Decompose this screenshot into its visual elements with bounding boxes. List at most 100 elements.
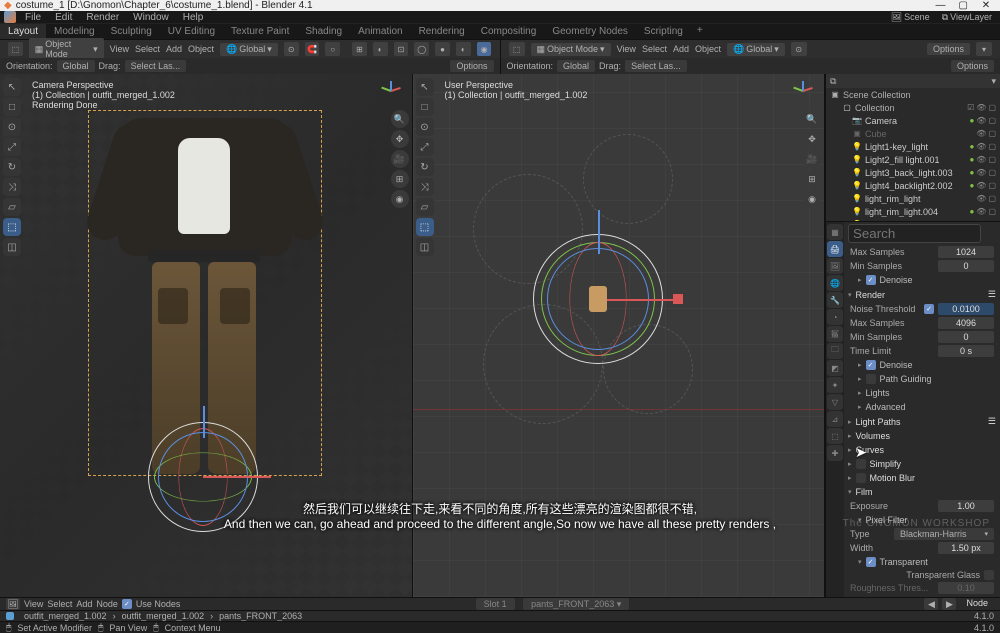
disable-icon[interactable]: ▢ (988, 194, 996, 203)
tool-button[interactable]: ⬚ (3, 218, 21, 236)
max-samples-value[interactable]: 1024 (938, 246, 994, 258)
tab-scripting[interactable]: Scripting (636, 24, 691, 39)
options-btn-r[interactable]: Options (927, 43, 970, 55)
light-paths-panel[interactable]: Light Paths (856, 417, 901, 427)
checkbox-icon[interactable]: ☑ (967, 103, 974, 112)
close-button[interactable]: ✕ (976, 0, 996, 11)
properties-tab[interactable]: 🖨 (827, 241, 843, 257)
eye-icon[interactable]: 👁 (976, 116, 986, 125)
eye-icon[interactable]: 👁 (976, 142, 986, 151)
mode-selector-r[interactable]: ▦Object Mode▾ (531, 43, 611, 56)
nav-button[interactable]: ◉ (391, 190, 409, 208)
filter-icon[interactable]: ▾ (991, 76, 996, 87)
tool-button[interactable]: ◫ (416, 238, 434, 256)
motion-blur-checkbox[interactable] (856, 473, 866, 483)
pivot-button-r[interactable]: ⊙ (791, 42, 807, 56)
properties-tab[interactable]: ◔ (827, 309, 843, 325)
tool-button[interactable]: ◫ (3, 238, 21, 256)
orientation-selector-r[interactable]: 🌐Global▾ (727, 43, 785, 56)
tl-add[interactable]: Add (76, 599, 92, 609)
nav-button[interactable]: 🔍 (803, 110, 821, 128)
eye-icon[interactable]: 👁 (976, 155, 986, 164)
disable-icon[interactable]: ▢ (988, 103, 996, 112)
denoise2-checkbox[interactable]: ✓ (866, 360, 876, 370)
tab-compositing[interactable]: Compositing (473, 24, 545, 39)
view-menu-r[interactable]: View (617, 44, 636, 54)
manipulator-gizmo-right[interactable] (533, 234, 663, 364)
properties-tab[interactable]: ✦ (827, 377, 843, 393)
object-menu-r[interactable]: Object (695, 44, 721, 54)
lights-panel[interactable]: Lights (866, 388, 890, 398)
menu-edit[interactable]: Edit (50, 12, 77, 23)
panel-menu-icon[interactable]: ☰ (988, 416, 996, 427)
xray-toggle[interactable]: ⊡ (394, 42, 409, 56)
tool-button[interactable]: ⤢ (3, 138, 21, 156)
properties-tab[interactable]: 🖼 (827, 258, 843, 274)
panel-menu-icon[interactable]: ☰ (988, 289, 996, 300)
nav-button[interactable]: 🎥 (391, 150, 409, 168)
select-menu-r[interactable]: Select (642, 44, 667, 54)
texture-selector[interactable]: pants_FRONT_2063 ▾ (523, 598, 629, 610)
outliner-item[interactable]: 💡Light2_fill light.001●👁▢ (826, 153, 1000, 166)
overlay-toggle[interactable]: ◐ (373, 42, 388, 56)
tl-select[interactable]: Select (47, 599, 72, 609)
eye-icon[interactable]: 👁 (976, 129, 986, 138)
properties-tab[interactable]: 鯊 (827, 326, 843, 342)
eye-icon[interactable]: 👁 (976, 194, 986, 203)
select-menu[interactable]: Select (135, 44, 160, 54)
disable-icon[interactable]: ▢ (988, 142, 996, 151)
tool-button[interactable]: ⬚ (416, 218, 434, 236)
nav-button[interactable]: ⊞ (803, 170, 821, 188)
tab-shading[interactable]: Shading (297, 24, 350, 39)
noise-threshold-checkbox[interactable]: ✓ (924, 304, 934, 314)
tab-animation[interactable]: Animation (350, 24, 410, 39)
orientation-value-r[interactable]: Global (557, 60, 595, 72)
shading-solid[interactable]: ● (435, 42, 450, 56)
volumes-panel[interactable]: Volumes (856, 431, 891, 441)
scene-selector[interactable]: 🖼Scene (887, 12, 934, 23)
nav-button[interactable]: ✥ (803, 130, 821, 148)
advanced-panel[interactable]: Advanced (866, 402, 906, 412)
editor-type-icon[interactable]: ⬚ (8, 42, 23, 56)
outliner-item[interactable]: 📷Camera●👁▢ (826, 114, 1000, 127)
proportional-button[interactable]: ○ (325, 42, 340, 56)
tab-modeling[interactable]: Modeling (46, 24, 103, 39)
tool-button[interactable]: ⊙ (416, 118, 434, 136)
shading-wire[interactable]: ◯ (414, 42, 429, 56)
image-editor-icon[interactable]: 🖼 (6, 598, 20, 610)
tab-geonodes[interactable]: Geometry Nodes (544, 24, 636, 39)
transparent-checkbox[interactable]: ✓ (866, 557, 876, 567)
properties-tab[interactable]: ⊿ (827, 411, 843, 427)
eye-icon[interactable]: 👁 (976, 103, 986, 112)
time-limit-value[interactable]: 0 s (938, 345, 994, 357)
properties-tab[interactable]: ◩ (827, 360, 843, 376)
tool-button[interactable]: ⊙ (3, 118, 21, 136)
menu-help[interactable]: Help (178, 12, 209, 23)
disable-icon[interactable]: ▢ (988, 155, 996, 164)
orientation-value[interactable]: Global (57, 60, 95, 72)
simplify-panel[interactable]: Simplify (870, 459, 902, 469)
object-menu[interactable]: Object (188, 44, 214, 54)
playback-next[interactable]: ▶ (942, 598, 956, 610)
properties-tab[interactable]: 🌐 (827, 275, 843, 291)
drag-value[interactable]: Select Las... (125, 60, 187, 72)
eye-icon[interactable]: 👁 (976, 168, 986, 177)
tool-button[interactable]: ▱ (3, 198, 21, 216)
tool-button[interactable]: ⤨ (416, 178, 434, 196)
menu-file[interactable]: File (20, 12, 46, 23)
outliner-collection[interactable]: ▢ Collection ☑👁▢ (826, 101, 1000, 114)
outliner-item[interactable]: ▣Cube👁▢ (826, 127, 1000, 140)
shading-matprev[interactable]: ◐ (456, 42, 471, 56)
tool-button[interactable]: ↻ (3, 158, 21, 176)
maximize-button[interactable]: ▢ (953, 0, 973, 11)
outliner-item[interactable]: 💡light_rim_light.004●👁▢ (826, 205, 1000, 218)
properties-tab[interactable]: ✚ (827, 445, 843, 461)
nav-gizmo-right[interactable] (788, 76, 818, 106)
mode-selector[interactable]: ▦Object Mode▾ (29, 38, 104, 60)
outliner-item[interactable]: 💡Light3_back_light.003●👁▢ (826, 166, 1000, 179)
panel-render[interactable]: Render (856, 290, 886, 300)
nav-button[interactable]: ⊞ (391, 170, 409, 188)
pf-width-value[interactable]: 1.50 px (938, 542, 994, 554)
tool-button[interactable]: ⤢ (416, 138, 434, 156)
nav-button[interactable]: ◉ (803, 190, 821, 208)
